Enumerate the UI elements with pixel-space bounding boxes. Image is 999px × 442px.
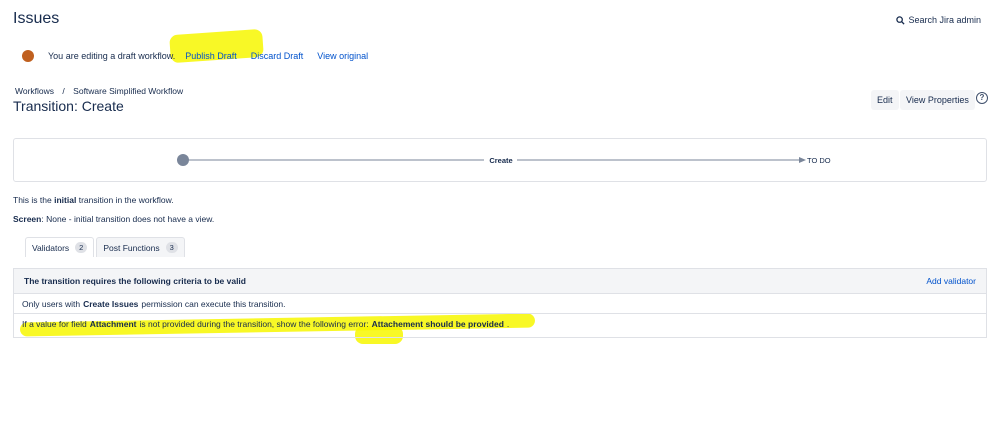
initial-status-node: [177, 154, 189, 166]
tab-validators[interactable]: Validators 2: [25, 237, 95, 257]
page-title: Issues: [13, 10, 60, 27]
transition-tabs: Validators 2 Post Functions 3: [25, 237, 185, 257]
tab-label: Post Functions: [103, 242, 160, 253]
arrow-head-icon: [799, 157, 806, 163]
breadcrumb-workflows-link[interactable]: Workflows: [15, 86, 54, 96]
initial-text-bold: initial: [54, 195, 77, 205]
panel-header-text: The transition requires the following cr…: [24, 276, 246, 286]
validator-text-end: .: [506, 319, 510, 329]
screen-text: Screen: None - initial transition does n…: [13, 214, 214, 224]
breadcrumb-workflow-link[interactable]: Software Simplified Workflow: [73, 86, 183, 96]
tab-count-badge: 3: [165, 242, 178, 253]
screen-value: : None - initial transition does not hav…: [41, 214, 215, 224]
diagram-canvas: Create TO DO: [177, 154, 831, 166]
help-icon[interactable]: ?: [976, 92, 988, 104]
validator-permission: Create Issues: [83, 298, 139, 309]
validator-row: If a value for field Attachment is not p…: [14, 314, 986, 334]
validator-text: is not provided during the transition, s…: [139, 319, 369, 329]
discard-draft-link[interactable]: Discard Draft: [251, 51, 304, 61]
tab-post-functions[interactable]: Post Functions 3: [96, 237, 185, 257]
view-original-link[interactable]: View original: [317, 51, 368, 61]
tab-label: Validators: [32, 242, 70, 253]
validator-text: If a value for field: [22, 319, 87, 329]
validators-panel: The transition requires the following cr…: [13, 268, 987, 338]
view-properties-button[interactable]: View Properties: [900, 90, 975, 110]
validator-row: Only users with Create Issues permission…: [14, 294, 986, 314]
search-label: Search Jira admin: [908, 15, 981, 25]
initial-transition-text: This is the initial transition in the wo…: [13, 195, 174, 205]
draft-bar: You are editing a draft workflow. Publis…: [22, 50, 382, 62]
screen-label: Screen: [13, 214, 42, 224]
transition-title: Transition: Create: [13, 98, 124, 114]
initial-text-post: transition in the workflow.: [78, 195, 174, 205]
publish-draft-link[interactable]: Publish Draft: [185, 51, 237, 61]
draft-message: You are editing a draft workflow.: [48, 51, 176, 61]
validator-field: Attachment: [89, 319, 137, 329]
validator-error-message: Attachement should be provided: [371, 319, 504, 329]
breadcrumb: Workflows / Software Simplified Workflow: [15, 86, 183, 96]
initial-text-pre: This is the: [13, 195, 52, 205]
tab-count-badge: 2: [75, 242, 88, 253]
workflow-diagram: Create TO DO: [13, 138, 987, 182]
validator-text: permission can execute this transition.: [141, 298, 286, 309]
target-status-label[interactable]: TO DO: [807, 156, 831, 165]
breadcrumb-separator: /: [62, 86, 65, 96]
panel-header: The transition requires the following cr…: [14, 269, 986, 294]
search-icon: [896, 15, 906, 25]
validator-text: Only users with: [22, 298, 81, 309]
add-validator-link[interactable]: Add validator: [926, 276, 976, 286]
search-admin-link[interactable]: Search Jira admin: [896, 15, 981, 25]
transition-label[interactable]: Create: [489, 156, 512, 165]
draft-status-icon: [22, 50, 34, 62]
edit-button[interactable]: Edit: [871, 90, 899, 110]
